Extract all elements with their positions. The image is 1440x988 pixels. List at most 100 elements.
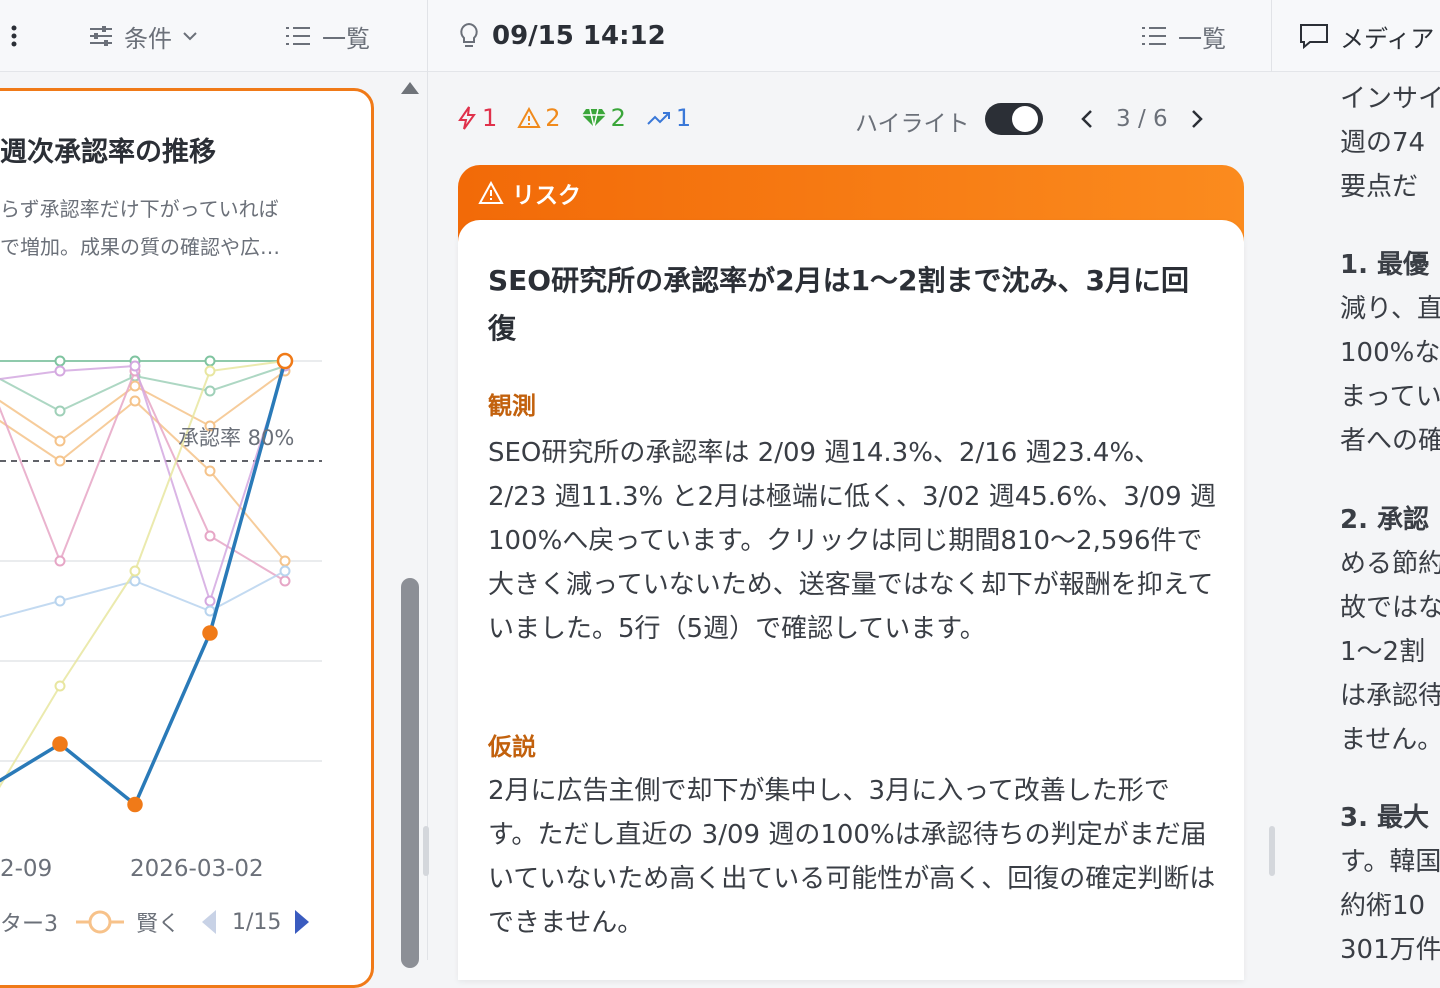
background-series-point xyxy=(129,575,141,587)
background-series-point xyxy=(204,355,216,367)
list-label: 一覧 xyxy=(1178,24,1226,53)
chart-grid xyxy=(0,360,322,762)
chart-desc-line: らず承認率だけ下がっていれば xyxy=(0,197,279,221)
scroll-up-arrow-icon[interactable] xyxy=(401,82,419,94)
chevron-down-icon xyxy=(183,32,197,41)
x-tick-label: 2-09 xyxy=(0,856,53,882)
media-summary-line: ません。 xyxy=(1340,725,1440,755)
media-summary-line: す。韓国 xyxy=(1340,847,1440,877)
chart-description: らず承認率だけ下がっていれば で増加。成果の質の確認や広… xyxy=(0,190,280,266)
insight-title: SEO研究所の承認率が2月は1～2割まで沈み、3月に回復 xyxy=(488,264,1190,345)
media-summary-line: は承認待 xyxy=(1340,681,1440,711)
list-view-button-mid[interactable]: 一覧 xyxy=(1140,18,1226,54)
opportunity-count: 2 xyxy=(610,104,626,132)
list-icon xyxy=(1142,27,1166,45)
background-series-point xyxy=(54,365,66,377)
media-label: メディア xyxy=(1340,24,1435,53)
filter-label: 条件 xyxy=(124,24,172,53)
insight-pager: 3 / 6 xyxy=(1080,102,1204,136)
filter-dropdown[interactable]: 条件 xyxy=(88,18,198,54)
background-series-point xyxy=(54,435,66,447)
media-summary-line: 約術10 xyxy=(1340,891,1426,921)
gem-icon xyxy=(581,108,606,128)
more-menu-button[interactable] xyxy=(8,18,20,54)
list-icon xyxy=(286,27,310,45)
kebab-icon xyxy=(11,25,17,47)
timestamp-text: 09/15 14:12 xyxy=(492,21,666,51)
background-series-point xyxy=(204,530,216,542)
background-series-point xyxy=(204,595,216,607)
highlight-series-point xyxy=(276,352,294,370)
insight-category: リスク xyxy=(478,176,581,210)
insight-type-counts: 1 2 2 1 xyxy=(456,100,691,136)
background-series-point xyxy=(54,555,66,567)
trend-count-badge[interactable]: 1 xyxy=(646,104,691,132)
comment-icon xyxy=(1300,24,1328,50)
background-series-point xyxy=(204,365,216,377)
background-series-point xyxy=(54,355,66,367)
media-summary-line: 100%な xyxy=(1340,338,1440,368)
media-summary-line: 1～2割 xyxy=(1340,637,1426,667)
background-series-point xyxy=(129,395,141,407)
highlight-series-point xyxy=(202,625,218,641)
warning-icon xyxy=(517,107,541,128)
media-summary-line: 1. 最優 xyxy=(1340,250,1430,280)
bolt-icon xyxy=(458,106,476,130)
observation-text: SEO研究所の承認率は 2/09 週14.3%、2/16 週23.4%、2/23… xyxy=(488,438,1216,644)
legend-prev-icon[interactable] xyxy=(198,907,220,937)
background-series-line xyxy=(0,570,286,619)
background-series-point xyxy=(204,605,216,617)
trend-count: 1 xyxy=(675,104,692,132)
highlight-series-point xyxy=(52,736,68,752)
media-summary-line: 週の74 xyxy=(1340,128,1426,158)
opportunity-count-badge[interactable]: 2 xyxy=(581,104,626,132)
legend-next-icon[interactable] xyxy=(291,907,313,937)
media-summary-line: 故ではな xyxy=(1340,593,1440,623)
observation-heading: 観測 xyxy=(488,392,536,420)
pager-text: 3 / 6 xyxy=(1116,106,1168,132)
list-label: 一覧 xyxy=(322,24,370,53)
chevron-left-icon[interactable] xyxy=(1080,108,1094,130)
hypothesis-heading: 仮説 xyxy=(488,733,536,761)
background-series-point xyxy=(279,575,291,587)
background-series-point xyxy=(54,680,66,692)
background-series-point xyxy=(54,405,66,417)
media-summary-line: 減り、直 xyxy=(1340,294,1440,324)
media-summary-line: インサイ xyxy=(1340,84,1440,114)
legend-page-indicator: 1/15 xyxy=(232,909,282,935)
media-summary-line: 要点だ xyxy=(1340,172,1419,202)
media-summary-line: まってい xyxy=(1340,382,1440,412)
risk-count-badge[interactable]: 1 xyxy=(456,104,497,132)
chart-desc-line: で増加。成果の質の確認や広… xyxy=(0,235,280,259)
resize-handle[interactable] xyxy=(1269,826,1275,876)
background-series-point xyxy=(54,455,66,467)
scroll-thumb[interactable] xyxy=(401,578,419,968)
warning-count-badge[interactable]: 2 xyxy=(517,104,561,132)
background-series-point xyxy=(129,360,141,372)
resize-handle[interactable] xyxy=(423,826,429,876)
media-summary-line: 3. 最大 xyxy=(1340,803,1430,833)
chevron-right-icon[interactable] xyxy=(1190,108,1204,130)
background-series-point xyxy=(54,595,66,607)
hypothesis-text: 2月に広告主側で却下が集中し、3月に入って改善した形です。ただし直近の 3/09… xyxy=(488,776,1216,938)
lightbulb-icon xyxy=(460,22,478,47)
legend-marker-icon xyxy=(76,910,124,934)
background-series-point xyxy=(204,385,216,397)
legend-item-label[interactable]: ター3 xyxy=(0,906,58,938)
toggle-knob xyxy=(1012,106,1038,132)
legend-item-label[interactable]: 賢く xyxy=(136,906,180,938)
media-summary-line: 者への確 xyxy=(1340,426,1440,456)
media-summary-line: 2. 承認 xyxy=(1340,505,1430,535)
background-series-point xyxy=(279,565,291,577)
x-tick-label: 2026-03-02 xyxy=(130,856,264,882)
media-summary-line: 301万件 xyxy=(1340,935,1440,965)
risk-count: 1 xyxy=(482,104,498,132)
list-view-button-left[interactable]: 一覧 xyxy=(284,18,370,54)
highlight-series-point xyxy=(127,796,143,813)
media-tab[interactable]: メディア xyxy=(1298,18,1434,54)
warning-icon xyxy=(478,181,504,204)
trend-up-icon xyxy=(647,112,670,125)
background-series-point xyxy=(204,465,216,477)
chart-legend: ター3 賢く 1/15 xyxy=(0,902,313,942)
timestamp-display: 09/15 14:12 xyxy=(456,18,666,54)
